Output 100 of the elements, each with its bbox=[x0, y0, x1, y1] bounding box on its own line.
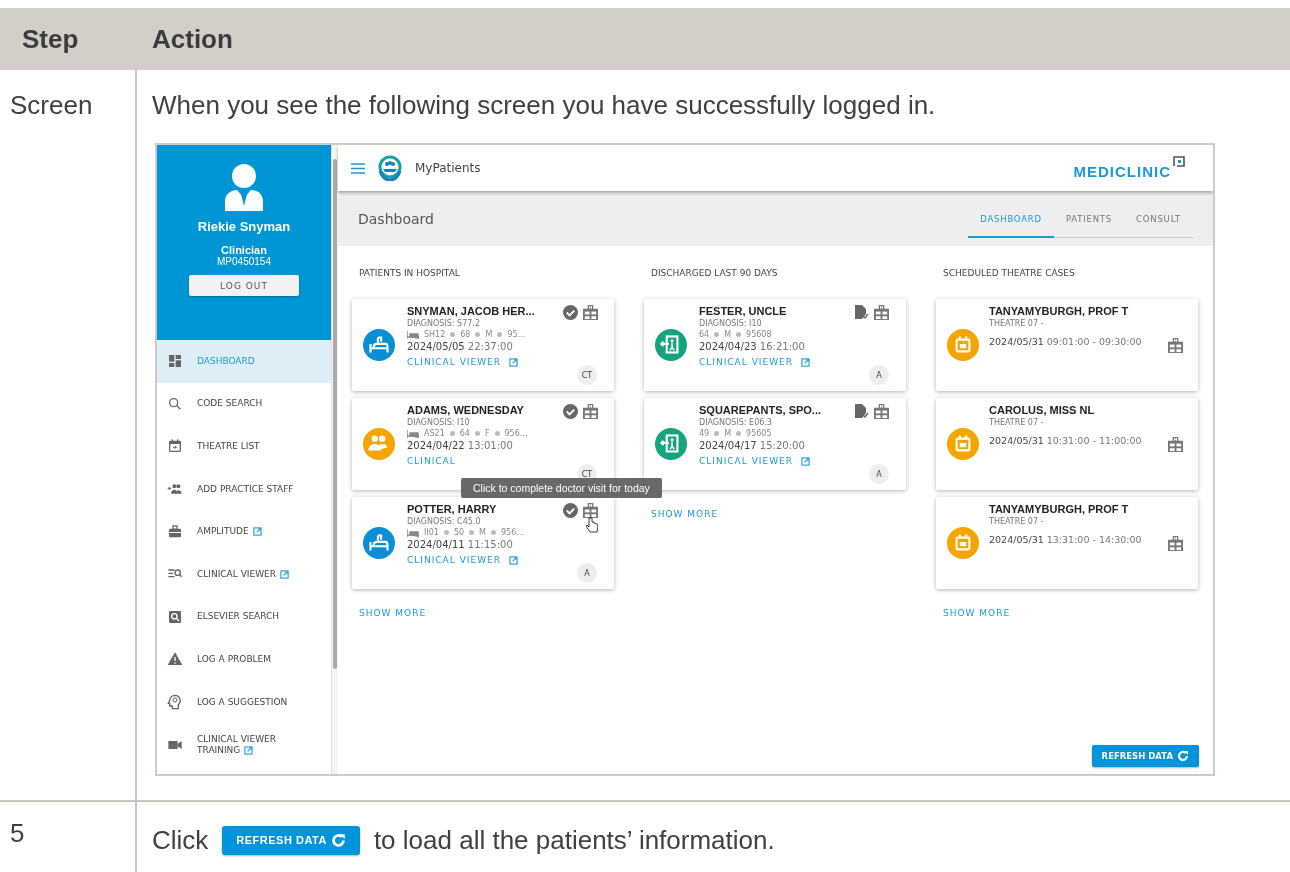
check-circle-icon[interactable] bbox=[562, 404, 578, 419]
separator-dot-icon bbox=[494, 431, 500, 436]
briefcase-icon bbox=[167, 523, 183, 540]
patient-name: FESTER, UNCLE bbox=[699, 305, 788, 317]
patient-name: TANYAMYBURGH, PROF T bbox=[989, 305, 1130, 317]
hospital-building-icon[interactable] bbox=[874, 305, 889, 320]
tab[interactable]: PATIENTS bbox=[1053, 202, 1125, 238]
tab[interactable]: CONSULT bbox=[1124, 202, 1193, 238]
check-circle-icon[interactable] bbox=[562, 305, 578, 320]
bed-icon bbox=[407, 330, 419, 339]
instruction-text: Click bbox=[152, 824, 209, 856]
nav-item[interactable]: AMPLITUDE bbox=[157, 510, 331, 553]
nav-item[interactable]: CLINICAL VIEWER TRAINING bbox=[157, 723, 331, 766]
nav-item[interactable]: CODE SEARCH bbox=[157, 382, 331, 426]
refresh-icon bbox=[330, 832, 346, 848]
people-hands-logo-icon bbox=[377, 155, 403, 181]
admission-time: 2024/04/17 15:20:00 bbox=[699, 440, 806, 451]
patient-detail: 95... bbox=[507, 330, 526, 339]
clinician-initials: A bbox=[577, 563, 597, 583]
external-link-icon bbox=[509, 555, 518, 565]
page-title: Dashboard bbox=[358, 210, 435, 227]
user-role: Clinician bbox=[221, 244, 267, 256]
section-title: SCHEDULED THEATRE CASES bbox=[943, 268, 1076, 278]
patient-detail: 49 bbox=[699, 429, 710, 438]
hospital-building-icon[interactable] bbox=[1167, 337, 1183, 353]
theatre-case-card[interactable]: TANYAMYBURGH, PROF T THEATRE 07 - 2024/05/31 09:01:00 - 09:30:00 bbox=[936, 299, 1198, 391]
theatre-case-card[interactable]: TANYAMYBURGH, PROF T THEATRE 07 - 2024/05/31 13:31:00 - 14:30:00 bbox=[936, 497, 1198, 589]
patient-detail: 95608 bbox=[746, 330, 772, 339]
lightbulb-head-icon bbox=[167, 694, 183, 711]
patient-detail: 95605 bbox=[746, 429, 772, 438]
dashboard-icon bbox=[167, 353, 183, 370]
document-check-icon[interactable] bbox=[855, 404, 869, 419]
clinician-initials: A bbox=[869, 365, 889, 385]
column-header: Action bbox=[152, 23, 233, 54]
clinician-initials: A bbox=[869, 464, 889, 484]
separator-dot-icon bbox=[469, 530, 475, 535]
bed-icon bbox=[407, 528, 419, 537]
patient-detail: 68 bbox=[460, 330, 471, 339]
document-check-icon[interactable] bbox=[855, 305, 869, 320]
bed-icon bbox=[363, 329, 395, 361]
nav-item[interactable]: ADD PRACTICE STAFF bbox=[157, 467, 331, 511]
separator-dot-icon bbox=[443, 530, 449, 535]
admission-time: 2024/04/22 13:01:00 bbox=[407, 440, 514, 451]
patient-detail: 50 bbox=[453, 528, 465, 537]
calendar-icon bbox=[947, 329, 979, 361]
patient-detail: 956... bbox=[501, 528, 524, 537]
hospital-building-icon[interactable] bbox=[1167, 535, 1183, 551]
warning-icon bbox=[167, 651, 183, 668]
nav-item[interactable]: THEATRE LIST bbox=[157, 425, 331, 468]
separator-dot-icon bbox=[449, 431, 455, 436]
search-icon bbox=[167, 395, 183, 412]
schedule-time: 2024/05/31 13:31:00 - 14:30:00 bbox=[989, 534, 1143, 545]
patient-card[interactable]: POTTER, HARRY DIAGNOSIS: C45.0 II01 50 M 956... 2024/04/11 11:15:00 CLINICAL VIEWER A bbox=[352, 497, 614, 589]
schedule-time: 2024/05/31 09:01:00 - 09:30:00 bbox=[989, 336, 1143, 347]
hospital-building-icon[interactable] bbox=[582, 503, 598, 518]
patient-card[interactable]: FESTER, UNCLE DIAGNOSIS: I10 64 M 95608 2024/04/23 16:21:00 CLINICAL VIEWER A bbox=[644, 299, 906, 391]
hospital-building-icon[interactable] bbox=[582, 404, 598, 419]
instruction-text: to load all the patients’ information. bbox=[373, 824, 775, 856]
square-mark-icon bbox=[1173, 155, 1185, 167]
nav-item[interactable]: LOG A SUGGESTION bbox=[157, 680, 331, 724]
patient-detail: 64 bbox=[699, 330, 710, 339]
menu-icon[interactable] bbox=[351, 162, 365, 174]
patient-detail: M bbox=[724, 330, 732, 339]
section-title: DISCHARGED LAST 90 DAYS bbox=[651, 268, 779, 278]
scrollbar[interactable] bbox=[332, 145, 338, 774]
hospital-building-icon[interactable] bbox=[582, 305, 598, 320]
separator-dot-icon bbox=[497, 332, 503, 337]
refresh-icon bbox=[1177, 750, 1189, 762]
clinician-initials: CT bbox=[577, 365, 597, 385]
patient-detail: SH12 bbox=[424, 330, 446, 339]
people-icon bbox=[363, 428, 395, 460]
step-label: Screen bbox=[10, 90, 93, 120]
schedule-time: 2024/05/31 10:31:00 - 11:00:00 bbox=[989, 435, 1143, 446]
bed-icon bbox=[407, 429, 419, 438]
diagnosis-text: DIAGNOSIS: I10 bbox=[699, 319, 763, 328]
external-link-icon bbox=[509, 357, 518, 367]
nav-item[interactable]: CLINICAL VIEWER bbox=[157, 552, 331, 596]
app-title: MyPatients bbox=[415, 161, 481, 175]
external-link-icon bbox=[801, 357, 810, 367]
patient-detail: M bbox=[485, 330, 493, 339]
user-avatar-icon bbox=[222, 163, 266, 211]
check-circle-icon[interactable] bbox=[562, 503, 578, 518]
separator-dot-icon bbox=[474, 431, 480, 436]
theatre-name: THEATRE 07 - bbox=[989, 418, 1045, 427]
patient-card[interactable]: SNYMAN, JACOB HER... DIAGNOSIS: S77.2 SH12 68 M 95... 2024/05/05 22:37:00 CLINICAL VIEWER CT bbox=[352, 299, 614, 391]
exit-door-icon bbox=[655, 428, 687, 460]
nav-item[interactable]: ELSEVIER SEARCH bbox=[157, 595, 331, 639]
patient-name: SQUAREPANTS, SPO... bbox=[699, 404, 823, 416]
hospital-building-icon[interactable] bbox=[1167, 436, 1183, 452]
admission-time: 2024/04/23 16:21:00 bbox=[699, 341, 806, 352]
theatre-case-card[interactable]: CAROLUS, MISS NL THEATRE 07 - 2024/05/31 10:31:00 - 11:00:00 bbox=[936, 398, 1198, 490]
logout-button[interactable]: LOG OUT bbox=[189, 275, 299, 296]
instruction-text: When you see the following screen you have successfully logged in. bbox=[152, 90, 937, 121]
hospital-building-icon[interactable] bbox=[874, 404, 889, 419]
nav-item[interactable]: LOG A PROBLEM bbox=[157, 638, 331, 681]
patient-detail: 64 bbox=[459, 429, 470, 438]
calendar-icon bbox=[947, 428, 979, 460]
user-name: Riekie Snyman bbox=[197, 219, 291, 234]
admission-time: 2024/04/11 11:15:00 bbox=[407, 539, 514, 550]
diagnosis-text: DIAGNOSIS: S77.2 bbox=[407, 319, 481, 328]
